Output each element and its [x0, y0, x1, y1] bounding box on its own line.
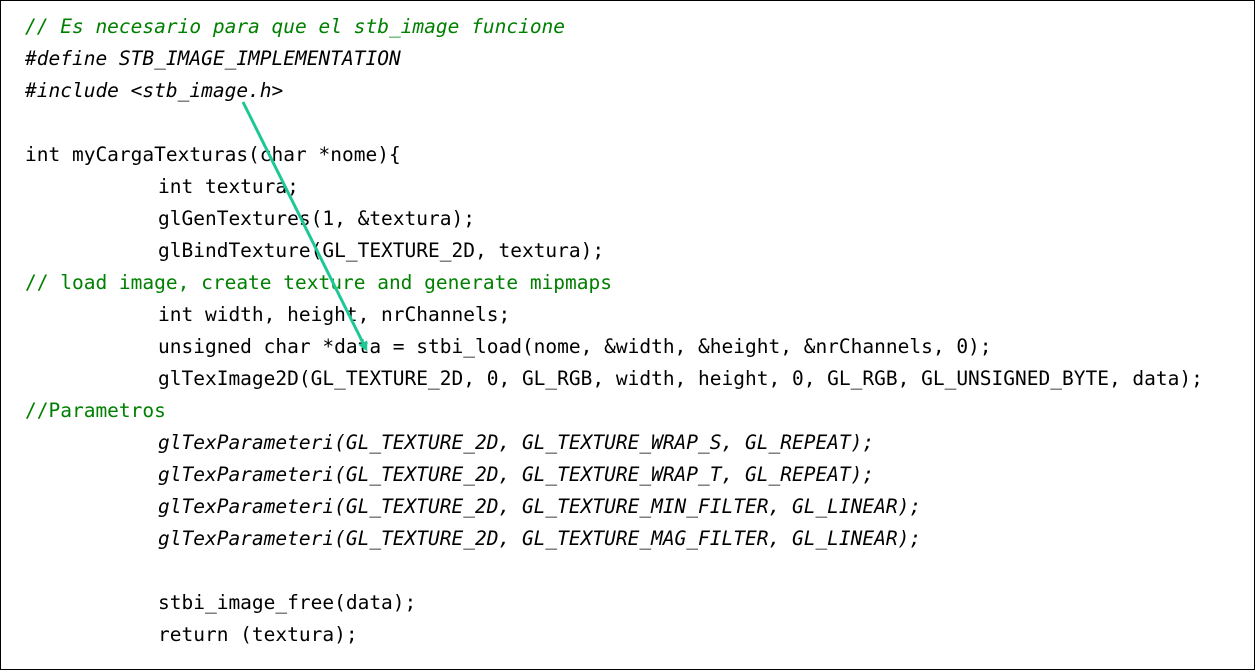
code-line-image-free: stbi_image_free(data); — [158, 591, 417, 614]
code-line-param-wrap-s: glTexParameteri(GL_TEXTURE_2D, GL_TEXTUR… — [158, 431, 875, 454]
code-line-param-wrap-t: glTexParameteri(GL_TEXTURE_2D, GL_TEXTUR… — [158, 463, 875, 486]
code-line-return: return (textura); — [158, 623, 358, 646]
code-line-parametros-comment: //Parametros — [25, 399, 166, 422]
code-line-param-min-filter: glTexParameteri(GL_TEXTURE_2D, GL_TEXTUR… — [158, 495, 922, 518]
code-line-tex-image-2d: glTexImage2D(GL_TEXTURE_2D, 0, GL_RGB, w… — [158, 367, 1203, 390]
code-line-function-signature: int myCargaTexturas(char *nome){ — [25, 143, 401, 166]
code-block: // Es necesario para que el stb_image fu… — [25, 11, 1203, 651]
code-line-declare-textura: int textura; — [158, 175, 299, 198]
code-line-declare-dimensions: int width, height, nrChannels; — [158, 303, 511, 326]
code-line-bind-texture: glBindTexture(GL_TEXTURE_2D, textura); — [158, 239, 605, 262]
code-line-stbi-load: unsigned char *data = stbi_load(nome, &w… — [158, 335, 992, 358]
code-line-header-comment: // Es necesario para que el stb_image fu… — [25, 15, 566, 38]
code-line-gen-textures: glGenTextures(1, &textura); — [158, 207, 475, 230]
code-line-include: #include <stb_image.h> — [25, 79, 284, 102]
code-line-define: #define STB_IMAGE_IMPLEMENTATION — [25, 47, 401, 70]
code-document-frame: // Es necesario para que el stb_image fu… — [0, 0, 1255, 670]
code-line-param-mag-filter: glTexParameteri(GL_TEXTURE_2D, GL_TEXTUR… — [158, 527, 922, 550]
code-line-load-comment: // load image, create texture and genera… — [25, 271, 612, 294]
